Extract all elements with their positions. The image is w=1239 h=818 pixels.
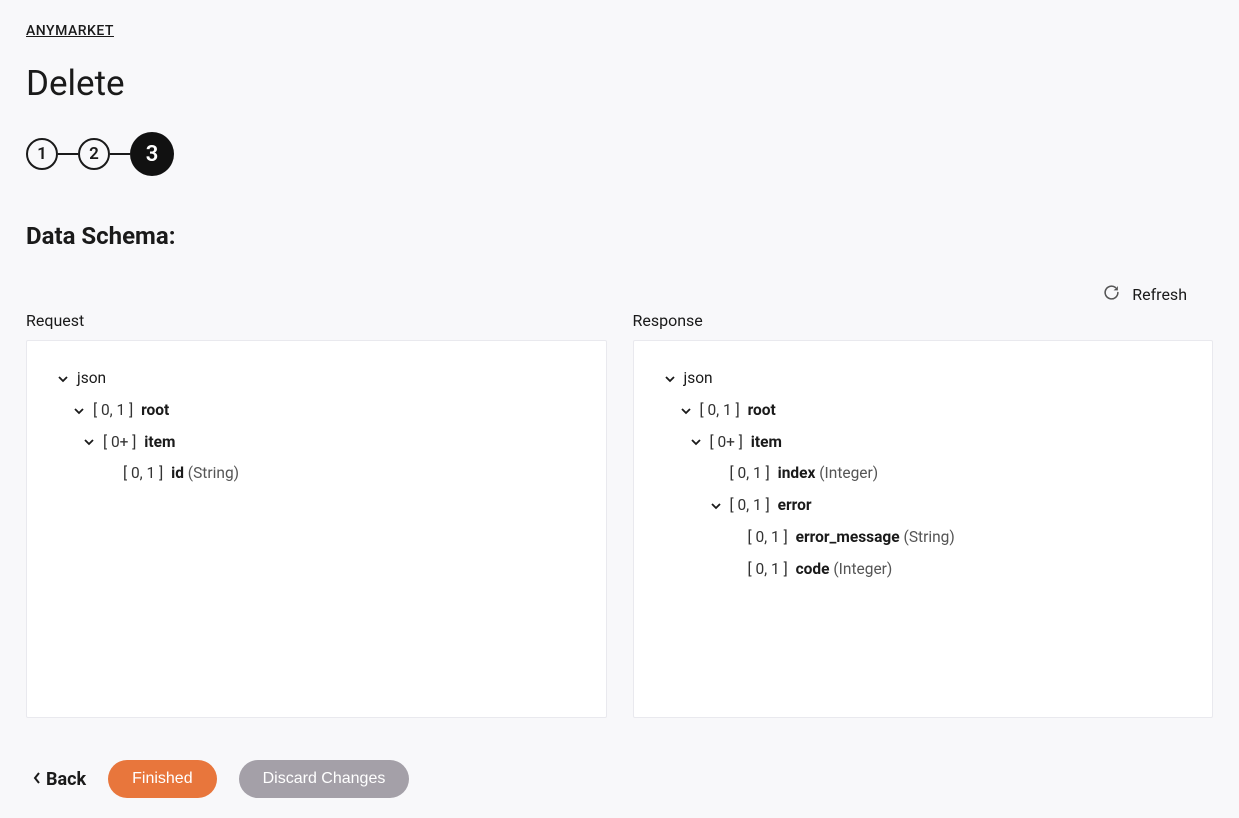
request-panel-label: Request	[26, 311, 607, 330]
tree-node-label[interactable]: json	[77, 363, 106, 395]
tree-row: [ 0, 1 ] root	[55, 395, 578, 427]
refresh-icon	[1103, 284, 1120, 305]
page-title: Delete	[26, 63, 1213, 104]
tree-row: json	[55, 363, 578, 395]
chevron-down-icon[interactable]	[708, 500, 724, 512]
tree-row: [ 0, 1 ] index (Integer)	[662, 458, 1185, 490]
response-panel-label: Response	[633, 311, 1214, 330]
refresh-button[interactable]: Refresh	[1103, 284, 1187, 305]
tree-row: json	[662, 363, 1185, 395]
chevron-down-icon[interactable]	[71, 405, 87, 417]
tree-row: [ 0, 1 ] id (String)	[55, 458, 578, 490]
tree-node-label[interactable]: [ 0, 1 ] id (String)	[123, 458, 239, 490]
tree-node-label[interactable]: [ 0+ ] item	[710, 427, 782, 459]
refresh-label: Refresh	[1132, 285, 1187, 304]
tree-row: [ 0, 1 ] root	[662, 395, 1185, 427]
chevron-down-icon[interactable]	[678, 405, 694, 417]
tree-row: [ 0+ ] item	[55, 427, 578, 459]
breadcrumb-link[interactable]: ANYMARKET	[26, 23, 114, 39]
section-title: Data Schema:	[26, 222, 1213, 250]
tree-node-label[interactable]: [ 0, 1 ] error	[730, 490, 812, 522]
chevron-down-icon[interactable]	[55, 373, 71, 385]
stepper: 123	[26, 132, 1213, 176]
tree-row: [ 0, 1 ] error_message (String)	[662, 522, 1185, 554]
tree-node-label[interactable]: [ 0, 1 ] root	[93, 395, 169, 427]
tree-node-label[interactable]: [ 0, 1 ] index (Integer)	[730, 458, 879, 490]
tree-row: [ 0, 1 ] error	[662, 490, 1185, 522]
chevron-down-icon[interactable]	[662, 373, 678, 385]
tree-node-label[interactable]: json	[684, 363, 713, 395]
tree-row: [ 0, 1 ] code (Integer)	[662, 554, 1185, 586]
tree-node-label[interactable]: [ 0, 1 ] code (Integer)	[748, 554, 893, 586]
step-connector	[58, 153, 78, 155]
step-2[interactable]: 2	[78, 138, 110, 170]
back-button[interactable]: Back	[32, 769, 86, 790]
step-1[interactable]: 1	[26, 138, 58, 170]
chevron-down-icon[interactable]	[688, 436, 704, 448]
request-panel: json[ 0, 1 ] root[ 0+ ] item[ 0, 1 ] id …	[26, 340, 607, 718]
tree-row: [ 0+ ] item	[662, 427, 1185, 459]
step-connector	[110, 153, 130, 155]
finished-button[interactable]: Finished	[108, 760, 216, 798]
step-3[interactable]: 3	[130, 132, 174, 176]
response-panel: json[ 0, 1 ] root[ 0+ ] item[ 0, 1 ] ind…	[633, 340, 1214, 718]
tree-node-label[interactable]: [ 0+ ] item	[103, 427, 175, 459]
chevron-down-icon[interactable]	[81, 436, 97, 448]
chevron-left-icon	[32, 769, 42, 790]
discard-button[interactable]: Discard Changes	[239, 760, 410, 798]
tree-node-label[interactable]: [ 0, 1 ] error_message (String)	[748, 522, 955, 554]
back-label: Back	[46, 769, 86, 790]
tree-node-label[interactable]: [ 0, 1 ] root	[700, 395, 776, 427]
